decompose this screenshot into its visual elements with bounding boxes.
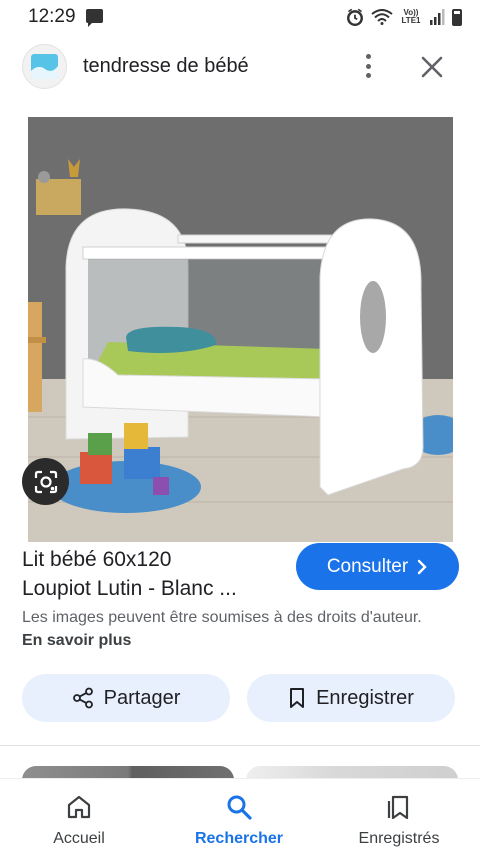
- nav-search[interactable]: Rechercher: [179, 779, 299, 853]
- site-title[interactable]: tendresse de bébé: [83, 55, 249, 78]
- google-lens-button[interactable]: [22, 458, 69, 505]
- product-title-line2: Loupiot Lutin - Blanc ...: [22, 577, 237, 600]
- consult-button[interactable]: Consulter: [296, 543, 459, 590]
- product-image[interactable]: [28, 117, 453, 542]
- header: tendresse de bébé: [0, 38, 480, 98]
- site-logo[interactable]: [22, 44, 67, 89]
- share-label: Partager: [103, 686, 181, 709]
- save-label: Enregistrer: [316, 686, 414, 709]
- product-title[interactable]: Lit bébé 60x120 Loupiot Lutin - Blanc ..…: [22, 545, 284, 603]
- close-icon[interactable]: [418, 53, 446, 81]
- nav-search-label: Rechercher: [194, 830, 284, 847]
- copyright-text: Les images peuvent être soumises à des d…: [22, 609, 422, 626]
- network-label: Vo)) LTE1: [401, 8, 421, 25]
- nav-home[interactable]: Accueil: [19, 779, 139, 853]
- battery-icon: [452, 8, 462, 26]
- product-title-line1: Lit bébé 60x120: [22, 548, 172, 571]
- nav-home-label: Accueil: [53, 830, 105, 847]
- nav-saved[interactable]: Enregistrés: [339, 779, 459, 853]
- message-notification-icon: [86, 9, 103, 27]
- more-options-icon[interactable]: [356, 50, 380, 82]
- wifi-icon: [371, 9, 393, 25]
- saved-collections-icon: [387, 795, 409, 820]
- home-icon: [67, 795, 91, 819]
- status-time: 12:29: [28, 6, 76, 27]
- copyright-notice: Les images peuvent être soumises à des d…: [22, 606, 442, 652]
- status-icons: Vo)) LTE1: [346, 6, 462, 28]
- divider: [0, 745, 480, 746]
- lens-icon: [34, 470, 57, 493]
- search-icon: [227, 795, 252, 820]
- consult-button-label: Consulter: [326, 555, 409, 577]
- signal-icon: [430, 9, 445, 25]
- bookmark-icon: [290, 688, 305, 708]
- alarm-icon: [347, 8, 363, 26]
- status-bar: 12:29 Vo)) LTE1: [0, 0, 480, 34]
- learn-more-link[interactable]: En savoir plus: [22, 632, 131, 649]
- bottom-navigation: Accueil Rechercher Enregistrés: [0, 778, 480, 853]
- save-button[interactable]: Enregistrer: [247, 674, 455, 722]
- share-button[interactable]: Partager: [22, 674, 230, 722]
- chevron-right-icon: [417, 559, 427, 574]
- nav-saved-label: Enregistrés: [358, 830, 440, 847]
- crib-photo: [28, 117, 453, 542]
- share-icon: [72, 687, 93, 709]
